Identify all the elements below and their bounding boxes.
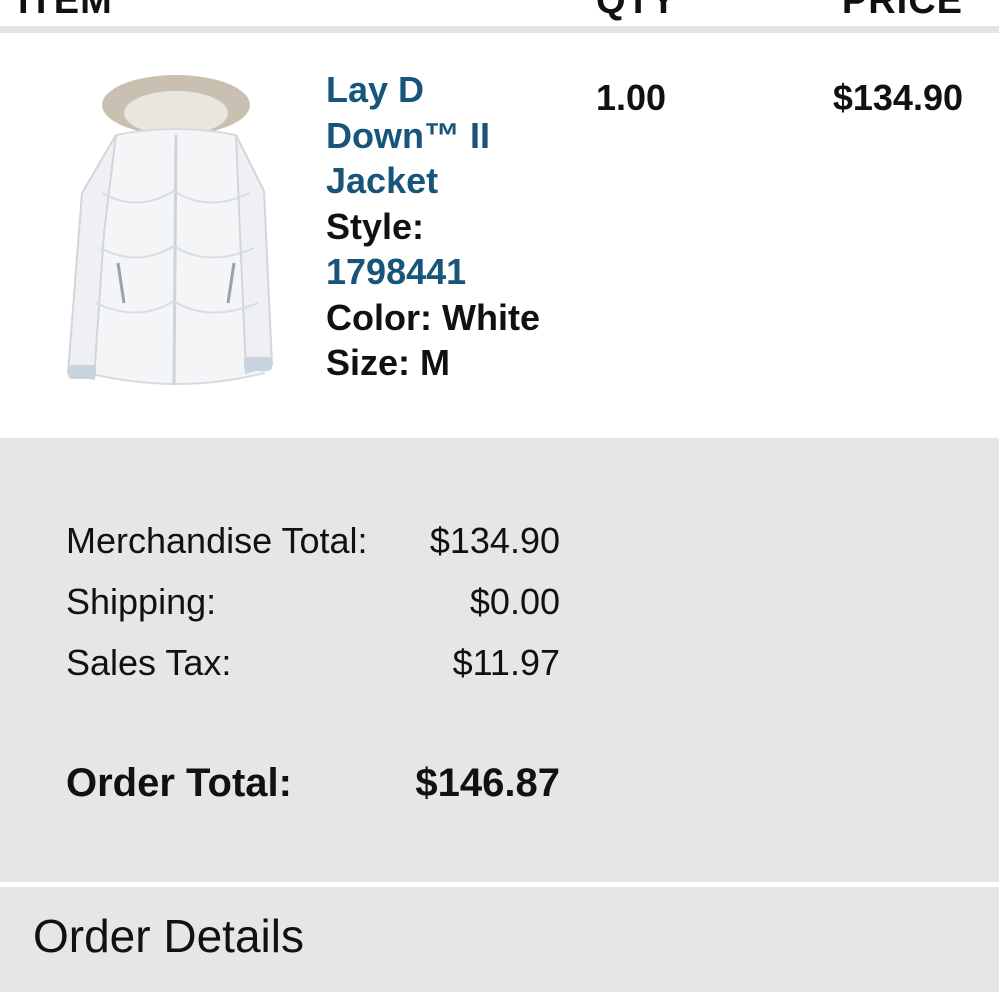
style-label: Style: (326, 205, 425, 247)
order-total-label: Order Total: (66, 761, 292, 805)
bottom-divider (0, 992, 999, 1000)
product-name-line-3[interactable]: Jacket (326, 158, 576, 204)
table-row: Lay D Down™ II Jacket Style: 1798441 Col… (0, 33, 999, 438)
item-info: Lay D Down™ II Jacket Style: 1798441 Col… (326, 67, 576, 386)
style-number-link[interactable]: 1798441 (326, 249, 576, 295)
column-header-price: PRICE (841, 0, 963, 22)
column-header-qty: QTY (596, 0, 678, 22)
shipping-label: Shipping: (66, 581, 217, 622)
order-total-value: $146.87 (415, 761, 560, 805)
jacket-icon (66, 75, 274, 386)
sales-tax-label: Sales Tax: (66, 642, 232, 683)
product-image[interactable] (58, 73, 280, 403)
color-attribute: Color: White (326, 296, 540, 338)
size-attribute: Size: M (326, 342, 451, 383)
order-summary: Merchandise Total: $134.90 Shipping: $0.… (0, 438, 999, 882)
order-details-heading[interactable]: Order Details (33, 909, 304, 963)
merchandise-total-value: $134.90 (429, 520, 560, 561)
product-name-line-2[interactable]: Down™ II (326, 113, 576, 159)
order-details-section[interactable]: Order Details (0, 887, 999, 992)
item-quantity: 1.00 (596, 77, 667, 118)
item-price: $134.90 (832, 77, 963, 118)
merchandise-total-label: Merchandise Total: (66, 520, 368, 561)
product-name-line-1[interactable]: Lay D (326, 67, 576, 113)
header-divider (0, 26, 999, 33)
table-header: ITEM QTY PRICE (0, 0, 999, 28)
order-summary-page: ITEM QTY PRICE Lay D Down™ II Jacket Sty… (0, 0, 999, 1000)
column-header-item: ITEM (18, 0, 113, 22)
shipping-value: $0.00 (469, 581, 560, 622)
sales-tax-value: $11.97 (452, 642, 560, 683)
